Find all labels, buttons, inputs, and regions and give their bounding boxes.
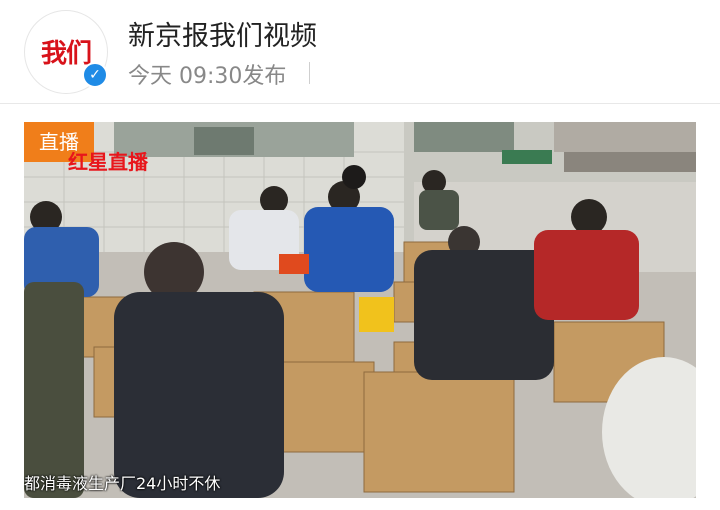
video-frame	[24, 122, 696, 498]
video-player[interactable]: 直播 红星直播 都消毒液生产厂24小时不休	[24, 122, 696, 498]
verified-badge-icon: ✓	[82, 62, 108, 88]
video-watermark: 红星直播	[68, 150, 148, 174]
post-timestamp: 今天 09:30发布	[128, 64, 287, 89]
header-divider	[0, 103, 720, 104]
video-caption: 都消毒液生产厂24小时不休	[24, 474, 221, 493]
post-header: 我们 ✓ 新京报我们视频 今天 09:30发布	[0, 0, 720, 103]
account-name[interactable]: 新京报我们视频	[128, 14, 317, 53]
header-separator	[309, 62, 310, 84]
